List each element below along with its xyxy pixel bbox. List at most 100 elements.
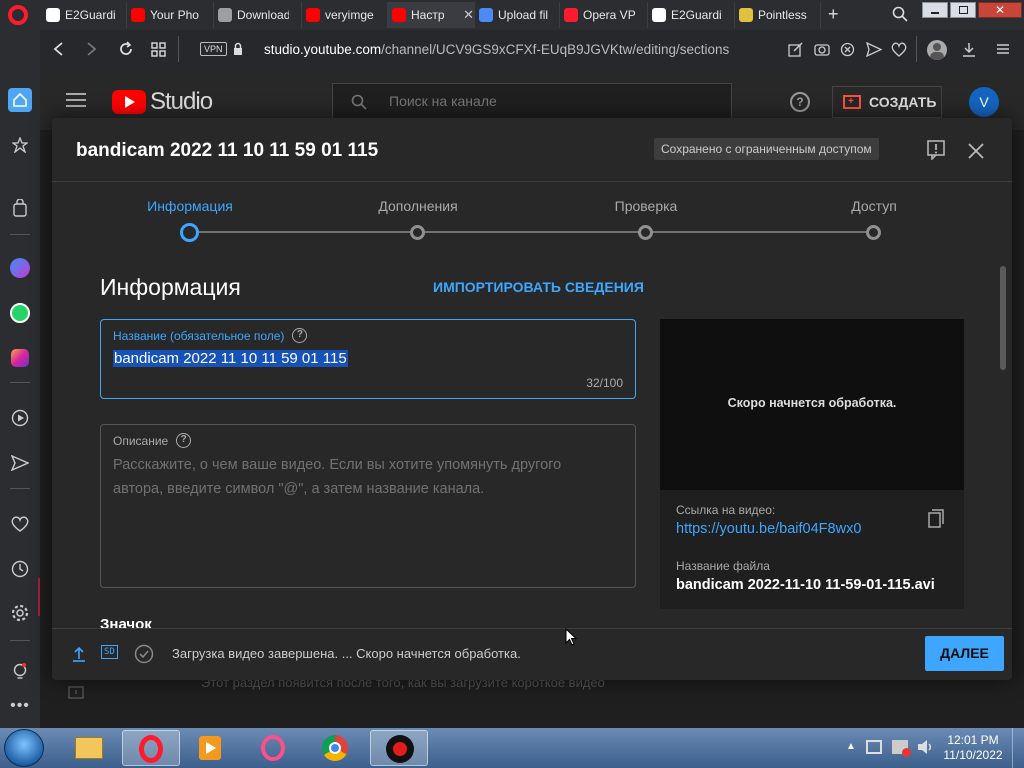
history-icon[interactable]: [8, 557, 32, 581]
start-button[interactable]: [4, 729, 44, 767]
browser-tab[interactable]: veryimge: [302, 2, 388, 28]
copy-link-icon[interactable]: [928, 509, 944, 529]
taskbar-opera[interactable]: [122, 730, 180, 766]
forward-icon[interactable]: [84, 41, 98, 57]
browser-tab[interactable]: Pointless: [735, 2, 821, 28]
title-input[interactable]: bandicam 2022 11 10 11 59 01 115: [113, 350, 348, 367]
browser-tab[interactable]: Opera VP: [560, 2, 648, 28]
settings-gear-icon[interactable]: [8, 601, 32, 625]
upload-icon: [479, 8, 493, 22]
home-icon[interactable]: [8, 88, 32, 112]
tray-volume-icon[interactable]: [916, 738, 934, 756]
video-link[interactable]: https://youtu.be/baif04F8wx0: [676, 521, 861, 537]
instagram-icon[interactable]: [8, 346, 32, 370]
title-help-icon[interactable]: ?: [292, 328, 308, 343]
window-minimize-button[interactable]: [922, 2, 948, 18]
more-icon[interactable]: •••: [8, 694, 32, 718]
title-field[interactable]: Название (обязательное поле) ? bandicam …: [100, 319, 636, 399]
header-divider: [52, 181, 1012, 182]
title-char-counter: 32/100: [586, 376, 623, 390]
shopping-icon[interactable]: [8, 196, 32, 220]
favorites-heart-icon[interactable]: [8, 512, 32, 536]
snapshot-icon[interactable]: [814, 42, 830, 56]
youtube-icon: [392, 8, 406, 22]
tray-network-warning-icon[interactable]: [892, 740, 911, 757]
browser-tab[interactable]: Настр ✕: [388, 2, 475, 28]
create-camera-icon: +: [843, 95, 861, 109]
step-dot-visibility[interactable]: [866, 225, 881, 240]
globe-icon: [218, 8, 232, 22]
reload-icon[interactable]: [118, 41, 134, 57]
browser-tab[interactable]: Your Pho: [127, 2, 214, 28]
browser-tab[interactable]: Upload fil: [475, 2, 560, 28]
step-dot-extras[interactable]: [410, 225, 425, 240]
tray-show-hidden-icon[interactable]: ▲: [846, 741, 856, 752]
messenger-icon[interactable]: [8, 256, 32, 280]
content-scrollbar[interactable]: [1000, 266, 1006, 370]
step-label-extras[interactable]: Дополнения: [368, 198, 468, 214]
filename-label: Название файла: [676, 559, 770, 573]
adblock-icon[interactable]: [840, 42, 855, 57]
help-icon[interactable]: ?: [790, 92, 810, 112]
step-label-checks[interactable]: Проверка: [596, 198, 696, 214]
easy-setup-icon[interactable]: [996, 42, 1010, 56]
description-field[interactable]: Описание ? Расскажите, о чем ваше видео.…: [100, 424, 636, 588]
window-close-button[interactable]: ✕: [978, 2, 1022, 18]
lock-icon[interactable]: [233, 42, 243, 56]
close-icon[interactable]: [967, 142, 985, 160]
browser-tab-bar: E2Guardi Your Pho Download veryimge Настр ✕ Up…: [0, 0, 1024, 30]
account-avatar[interactable]: V: [969, 87, 999, 117]
url-path: /channel/UCV9GS9xCFXf-EUqB9JGVKtw/editin…: [381, 42, 730, 57]
opera-logo-icon[interactable]: [8, 5, 28, 25]
import-details-button[interactable]: ИМПОРТИРОВАТЬ СВЕДЕНИЯ: [433, 279, 644, 295]
video-preview[interactable]: Скоро начнется обработка.: [660, 319, 964, 490]
browser-tab[interactable]: E2Guardi: [42, 2, 127, 28]
edit-page-icon[interactable]: [788, 42, 803, 57]
new-tab-button[interactable]: +: [828, 4, 839, 25]
checks-done-icon[interactable]: [134, 644, 154, 664]
window-restore-button[interactable]: [950, 2, 976, 18]
studio-search-box[interactable]: Поиск на канале: [332, 83, 732, 119]
next-button[interactable]: ДАЛЕЕ: [925, 636, 1004, 671]
whatsapp-icon[interactable]: [8, 301, 32, 325]
tab-search-icon[interactable]: [892, 6, 908, 22]
create-button[interactable]: + СОЗДАТЬ: [832, 86, 942, 118]
hamburger-menu-icon[interactable]: [66, 92, 86, 108]
vpn-badge[interactable]: VPN: [200, 42, 227, 56]
bookmarks-icon[interactable]: [8, 133, 32, 157]
heart-icon[interactable]: [891, 42, 907, 57]
step-label-info[interactable]: Информация: [140, 198, 240, 214]
taskbar-media-player[interactable]: [185, 731, 235, 765]
tray-network-device-icon[interactable]: [866, 740, 882, 754]
video-preview-card: Скоро начнется обработка. Ссылка на виде…: [660, 319, 964, 609]
sd-quality-badge[interactable]: SD: [101, 645, 118, 659]
profile-icon[interactable]: [927, 40, 947, 60]
tips-bulb-icon[interactable]: [8, 660, 32, 684]
browser-tab[interactable]: Download: [214, 2, 302, 28]
step-dot-checks[interactable]: [638, 225, 653, 240]
back-icon[interactable]: [52, 41, 66, 57]
upload-arrow-icon[interactable]: [73, 646, 85, 662]
tab-close-icon[interactable]: ✕: [463, 7, 474, 23]
step-label-visibility[interactable]: Доступ: [824, 198, 924, 214]
report-issue-icon[interactable]: [927, 140, 945, 160]
taskbar-chrome[interactable]: [310, 731, 360, 765]
show-desktop-button[interactable]: [1012, 728, 1024, 768]
download-icon[interactable]: [962, 42, 976, 57]
taskbar-opera-gx[interactable]: [248, 731, 298, 765]
browser-tab[interactable]: E2Guardi: [648, 2, 735, 28]
sidebar-top-spacer: [0, 30, 40, 70]
comment-icon: [68, 686, 84, 702]
taskbar-explorer[interactable]: [64, 731, 114, 765]
url-field[interactable]: studio.youtube.com/channel/UCV9GS9xCFXf-…: [264, 42, 729, 57]
taskbar-bandicam[interactable]: [370, 730, 428, 766]
speed-dial-icon[interactable]: [151, 42, 166, 57]
flow-icon[interactable]: [8, 451, 32, 475]
step-dot-info[interactable]: [180, 223, 199, 242]
description-help-icon[interactable]: ?: [176, 433, 192, 448]
send-icon[interactable]: [866, 42, 882, 57]
tab-title: Download: [237, 8, 289, 22]
player-icon[interactable]: [8, 406, 32, 430]
youtube-logo-icon[interactable]: [112, 90, 146, 114]
tray-clock[interactable]: 12:01 PM 11/10/2022: [938, 733, 1008, 763]
